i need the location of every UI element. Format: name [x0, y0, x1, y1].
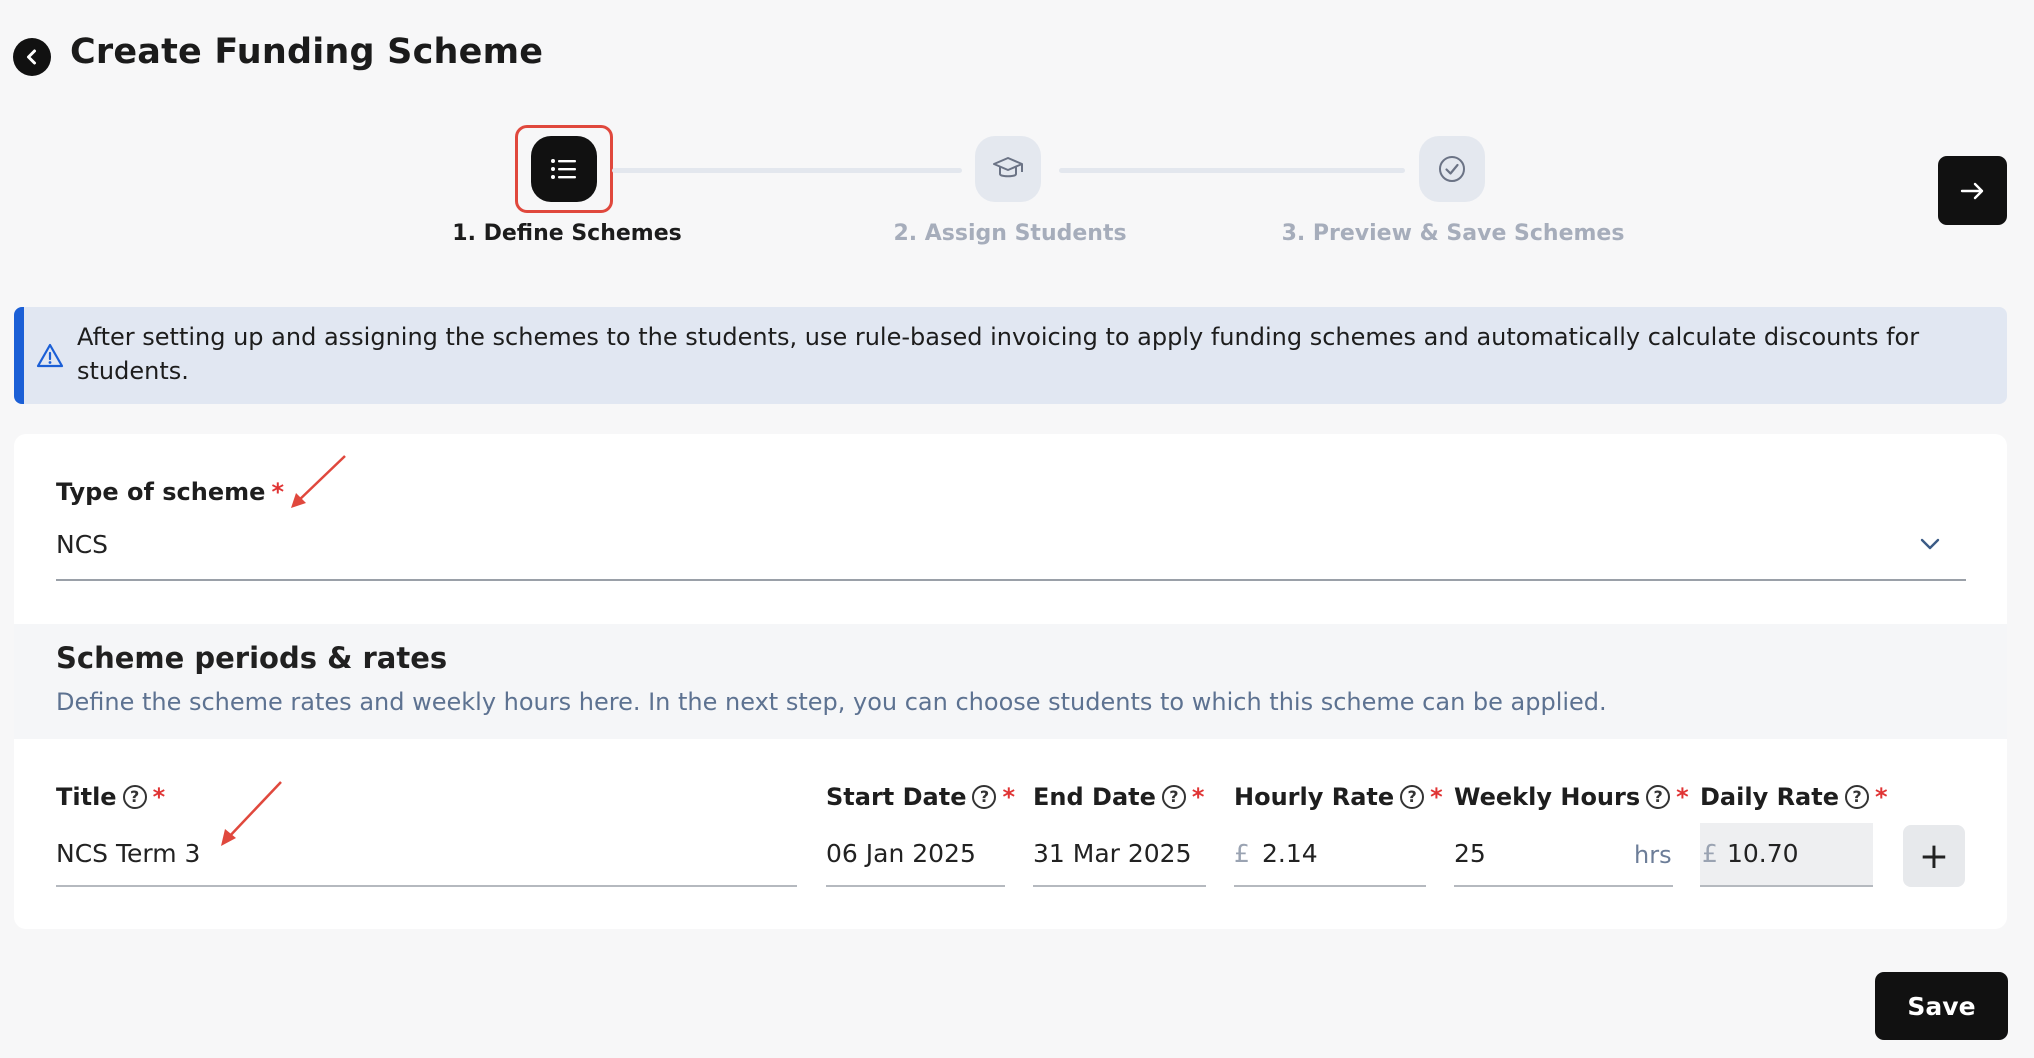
periods-section-title: Scheme periods & rates [56, 641, 448, 675]
help-icon[interactable]: ? [122, 785, 147, 809]
hourly-rate-label-text: Hourly Rate [1234, 783, 1395, 811]
daily-rate-label-text: Daily Rate [1700, 783, 1839, 811]
weekly-hours-underline [1454, 885, 1673, 887]
scheme-type-label: Type of scheme * [56, 478, 284, 506]
check-circle-icon [1439, 156, 1465, 182]
daily-rate-label: Daily Rate ? * [1700, 783, 1888, 811]
chevron-down-icon[interactable] [1919, 537, 1941, 551]
title-input[interactable]: NCS Term 3 [56, 839, 200, 868]
start-date-label: Start Date ? * [826, 783, 1015, 811]
scheme-type-label-text: Type of scheme [56, 478, 266, 506]
title-label: Title ? * [56, 783, 165, 811]
required-mark: * [1875, 783, 1888, 811]
required-mark: * [1002, 783, 1016, 811]
required-mark: * [1191, 783, 1205, 811]
periods-section-description: Define the scheme rates and weekly hours… [56, 688, 1607, 716]
help-icon[interactable]: ? [972, 785, 997, 809]
help-icon[interactable]: ? [1161, 785, 1186, 809]
help-icon[interactable]: ? [1400, 785, 1425, 809]
hourly-rate-input[interactable]: 2.14 [1262, 839, 1318, 868]
step-label-assign: 2. Assign Students [893, 221, 1127, 246]
required-mark: * [271, 478, 284, 506]
page-title: Create Funding Scheme [70, 32, 544, 72]
step-connector [1059, 168, 1405, 173]
required-mark: * [1430, 783, 1443, 811]
chevron-left-icon [27, 49, 36, 65]
banner-text: After setting up and assigning the schem… [77, 323, 1920, 385]
graduation-cap-icon [993, 157, 1023, 178]
step-label-preview: 3. Preview & Save Schemes [1281, 221, 1625, 246]
step-assign-students[interactable] [975, 136, 1041, 202]
arrow-right-icon [1960, 182, 1983, 199]
next-step-button[interactable] [1938, 156, 2007, 225]
title-label-text: Title [56, 783, 117, 811]
end-date-label: End Date ? * [1033, 783, 1204, 811]
add-period-button[interactable]: + [1903, 825, 1965, 887]
weekly-hours-label-text: Weekly Hours [1454, 783, 1641, 811]
warning-triangle-icon [36, 343, 64, 368]
start-date-underline [826, 885, 1005, 887]
required-mark: * [152, 783, 166, 811]
hourly-rate-label: Hourly Rate ? * [1234, 783, 1443, 811]
step-highlight-annotation [515, 125, 613, 213]
end-date-input[interactable]: 31 Mar 2025 [1033, 839, 1192, 868]
required-mark: * [1676, 783, 1689, 811]
title-underline [56, 885, 797, 887]
start-date-label-text: Start Date [826, 783, 967, 811]
scheme-type-select[interactable]: NCS [56, 530, 108, 559]
start-date-input[interactable]: 06 Jan 2025 [826, 839, 976, 868]
weekly-hours-unit: hrs [1634, 841, 1672, 869]
end-date-underline [1033, 885, 1206, 887]
hourly-rate-underline [1234, 885, 1426, 887]
help-icon[interactable]: ? [1646, 785, 1671, 809]
weekly-hours-label: Weekly Hours ? * [1454, 783, 1689, 811]
step-label-define: 1. Define Schemes [452, 221, 682, 246]
step-preview-save[interactable] [1419, 136, 1485, 202]
back-button[interactable] [13, 38, 51, 76]
daily-rate-currency: £ [1702, 839, 1718, 868]
help-icon[interactable]: ? [1845, 785, 1869, 809]
end-date-label-text: End Date [1033, 783, 1156, 811]
daily-rate-value: 10.70 [1727, 839, 1799, 868]
weekly-hours-input[interactable]: 25 [1454, 839, 1486, 868]
daily-rate-underline [1700, 885, 1873, 887]
step-connector [612, 168, 962, 173]
save-button[interactable]: Save [1875, 972, 2008, 1040]
select-underline [56, 579, 1966, 581]
hourly-rate-currency: £ [1234, 839, 1250, 868]
